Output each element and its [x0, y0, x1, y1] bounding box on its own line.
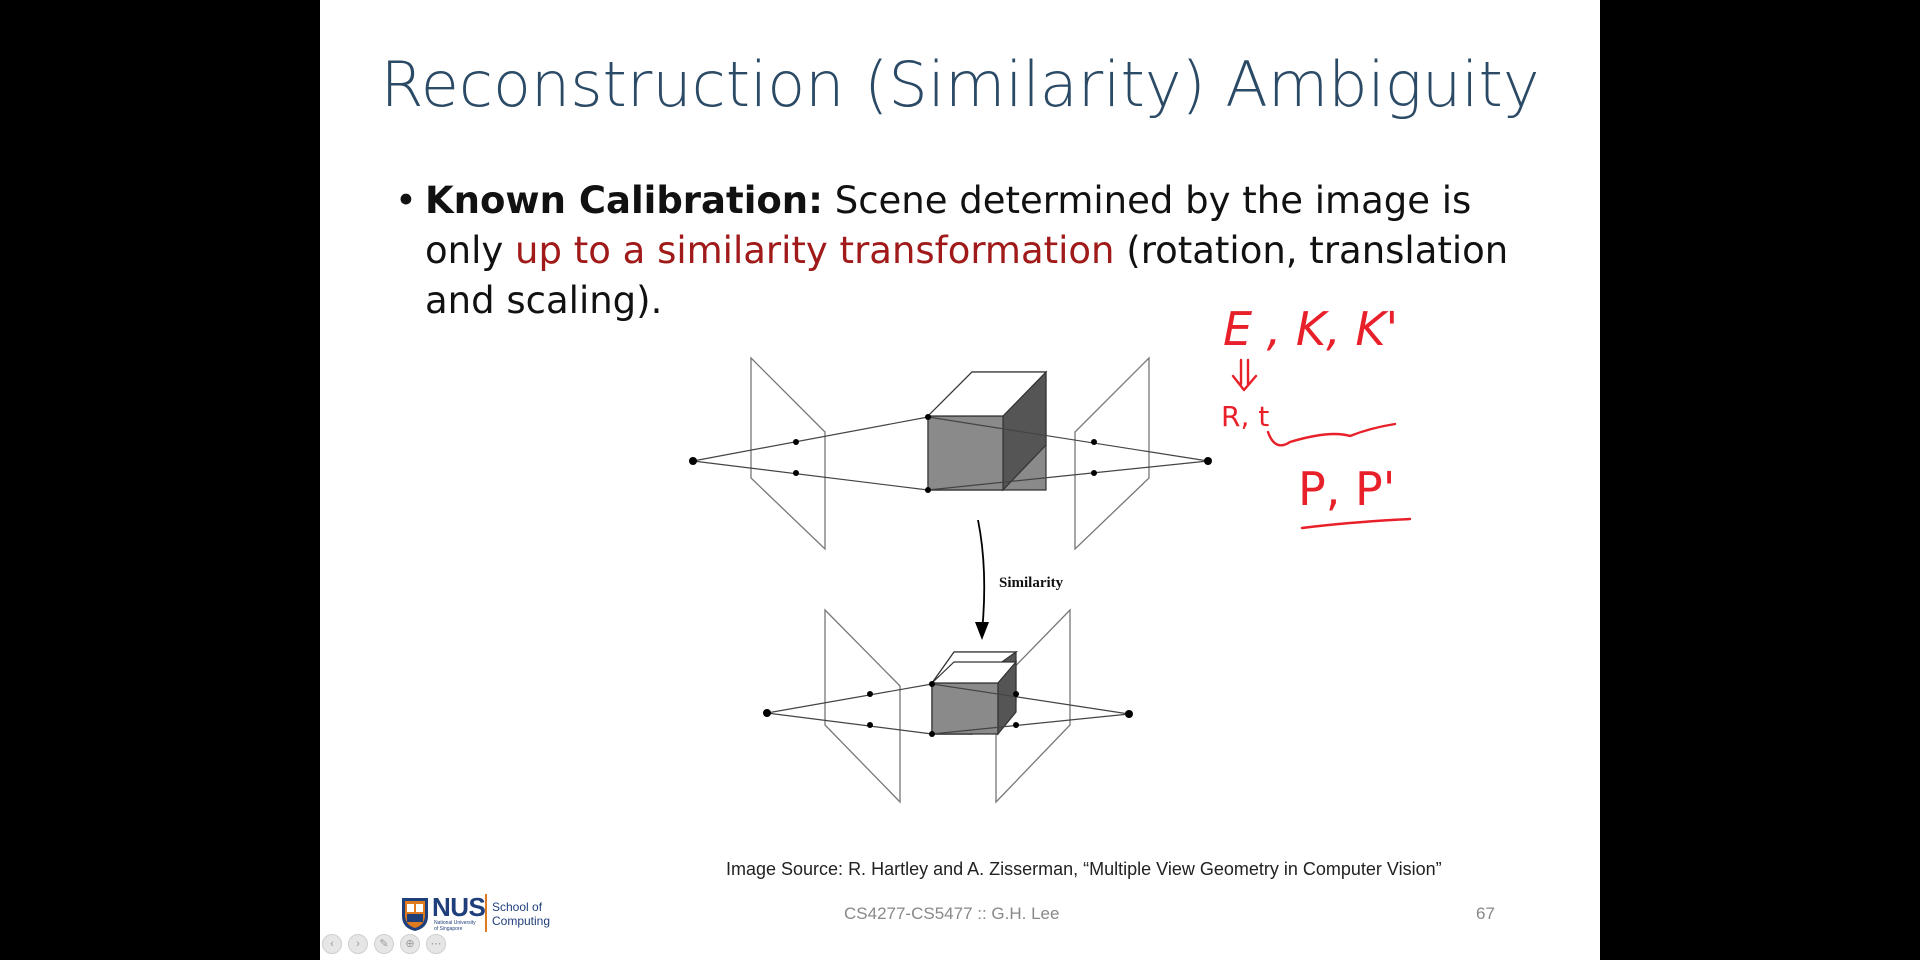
slideshow-controls: ‹ › ✎ ⊕ ⋯	[320, 934, 500, 956]
video-frame: Reconstruction (Similarity) Ambiguity • …	[0, 0, 1920, 960]
handwriting-line-1: E , K, K'	[1223, 302, 1398, 356]
zoom-button[interactable]: ⊕	[400, 934, 420, 954]
logo-subtitle: National University of Singapore	[434, 920, 476, 932]
pen-tool-button[interactable]: ✎	[374, 934, 394, 954]
logo-divider	[485, 894, 487, 932]
page-number: 67	[1476, 904, 1495, 923]
top-left-camera-center	[689, 457, 697, 465]
more-options-button[interactable]: ⋯	[426, 934, 446, 954]
nus-crest-icon	[402, 898, 428, 931]
bottom-left-image-plane	[824, 608, 901, 804]
logo-school: School of Computing	[492, 900, 550, 928]
handwriting-line-3: P, P'	[1298, 462, 1395, 516]
bottom-scene	[763, 608, 1133, 804]
bottom-cube	[930, 650, 1018, 736]
top-right-camera-center	[1204, 457, 1212, 465]
logo-school-line-1: School of	[492, 900, 543, 914]
next-slide-button[interactable]: ›	[348, 934, 368, 954]
logo-brand: NUS	[432, 892, 486, 922]
handwriting-line-2: R, t	[1221, 400, 1269, 433]
handwritten-notes: E , K, K' R, t P, P'	[1221, 302, 1412, 530]
similarity-arrow	[975, 519, 989, 640]
reconstruction-diagram: Similarity E , K, K' R, t P, P'	[689, 302, 1412, 804]
logo-school-line-2: Computing	[492, 914, 551, 928]
bottom-left-camera-center	[763, 709, 771, 717]
nus-logo: NUS National University of Singapore Sch…	[400, 892, 600, 938]
top-left-image-plane	[750, 356, 826, 551]
slide: Reconstruction (Similarity) Ambiguity • …	[320, 0, 1600, 960]
top-cube	[926, 370, 1048, 492]
top-scene	[689, 356, 1212, 551]
similarity-label: Similarity	[999, 575, 1064, 591]
previous-slide-button[interactable]: ‹	[322, 934, 342, 954]
image-source-credit: Image Source: R. Hartley and A. Zisserma…	[726, 859, 1442, 879]
bottom-right-camera-center	[1125, 710, 1133, 718]
footer-course: CS4277-CS5477 :: G.H. Lee	[844, 904, 1060, 923]
top-right-image-plane	[1074, 356, 1150, 551]
